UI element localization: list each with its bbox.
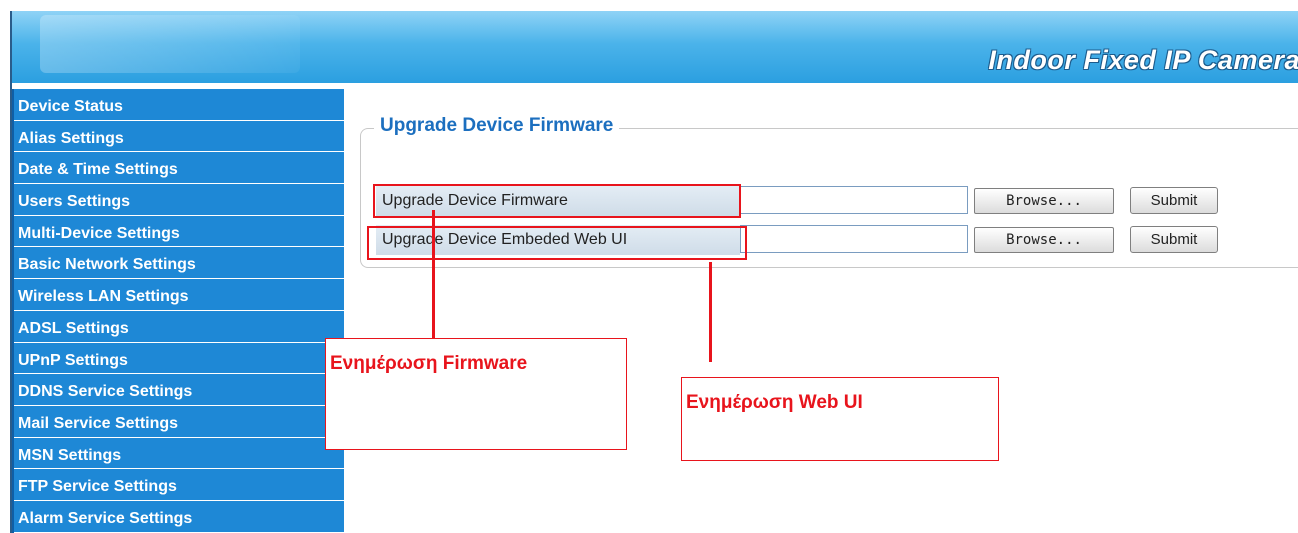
sidebar-item-ddns-service-settings[interactable]: DDNS Service Settings <box>14 374 344 406</box>
firmware-callout: Ενημέρωση Firmware <box>325 338 627 450</box>
sidebar-item-adsl-settings[interactable]: ADSL Settings <box>14 311 344 343</box>
logo-area <box>40 15 300 73</box>
firmware-browse-button[interactable]: Browse... <box>974 188 1114 214</box>
webui-callout: Ενημέρωση Web UI <box>681 377 999 461</box>
header-title: Indoor Fixed IP Camera <box>988 45 1298 75</box>
sidebar-item-msn-settings[interactable]: MSN Settings <box>14 438 344 470</box>
webui-browse-button[interactable]: Browse... <box>974 227 1114 253</box>
sidebar-menu: Device Status Alias Settings Date & Time… <box>12 89 344 533</box>
sidebar-item-users-settings[interactable]: Users Settings <box>14 184 344 216</box>
sidebar-item-alias-settings[interactable]: Alias Settings <box>14 121 344 153</box>
header-banner: Indoor Fixed IP Camera <box>10 11 1298 83</box>
webui-submit-button[interactable]: Submit <box>1130 226 1218 253</box>
fieldset-legend: Upgrade Device Firmware <box>374 115 620 137</box>
sidebar-item-device-status[interactable]: Device Status <box>14 89 344 121</box>
firmware-submit-button[interactable]: Submit <box>1130 187 1218 214</box>
sidebar-item-ftp-service-settings[interactable]: FTP Service Settings <box>14 469 344 501</box>
sidebar-item-multi-device-settings[interactable]: Multi-Device Settings <box>14 216 344 248</box>
sidebar-item-mail-service-settings[interactable]: Mail Service Settings <box>14 406 344 438</box>
firmware-highlight-box <box>373 184 741 218</box>
sidebar-item-wireless-lan-settings[interactable]: Wireless LAN Settings <box>14 279 344 311</box>
webui-connector-line <box>709 262 712 362</box>
webui-file-input[interactable] <box>740 225 968 253</box>
sidebar-item-date-time-settings[interactable]: Date & Time Settings <box>14 152 344 185</box>
firmware-connector-line <box>432 210 435 340</box>
sidebar-item-alarm-service-settings[interactable]: Alarm Service Settings <box>14 501 344 533</box>
sidebar-item-basic-network-settings[interactable]: Basic Network Settings <box>14 247 344 280</box>
firmware-file-input[interactable] <box>740 186 968 214</box>
sidebar-item-upnp-settings[interactable]: UPnP Settings <box>14 343 344 375</box>
webui-highlight-box <box>367 226 747 260</box>
